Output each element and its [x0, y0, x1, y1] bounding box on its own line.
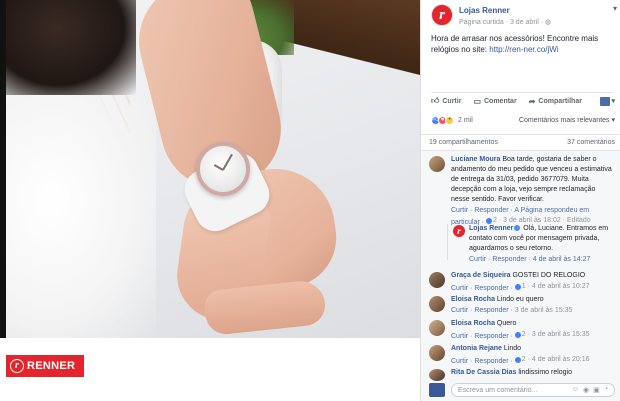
comment-author[interactable]: Eloisa Rocha	[451, 296, 495, 303]
comment-reaction-count: 2 · 3 de abril às 15:35	[514, 330, 590, 340]
post-header: r Lojas Renner Página curtida · 3 de abr…	[431, 4, 617, 30]
globe-icon: ◍	[545, 19, 552, 26]
comment-actions[interactable]: Curtir · Responder ·	[451, 285, 515, 292]
share-as-selector[interactable]: ▾	[600, 96, 615, 106]
comment-label: Comentar	[484, 97, 517, 105]
post-panel: r Lojas Renner Página curtida · 3 de abr…	[420, 0, 620, 401]
user-avatar	[429, 383, 445, 397]
comment-meta: Curtir · Responder · 2 · 4 de abril às 2…	[451, 355, 615, 367]
renner-logo: r RENNER	[6, 355, 84, 377]
like-badge-icon	[514, 357, 521, 363]
like-label: Curtir	[442, 97, 462, 105]
comments-count[interactable]: 37 comentários	[567, 139, 615, 146]
share-label: Compartilhar	[538, 97, 582, 105]
share-icon: ➦	[528, 96, 536, 106]
avatar[interactable]	[429, 272, 445, 288]
comment-actions[interactable]: Curtir · Responder ·	[451, 358, 515, 365]
comment-text: Boa tarde, gostaria de saber o andamento…	[451, 156, 612, 203]
comment-input-icons: ☺ ◉ ▣ ◔	[572, 386, 608, 394]
comment-meta-time: 1 · 4 de abril às 10:27	[521, 283, 590, 290]
shares-count[interactable]: 19 compartilhamentos	[429, 139, 498, 146]
verified-icon	[514, 225, 521, 232]
chevron-down-icon: ▾	[611, 98, 615, 105]
comment-meta: Curtir · Responder · 3 de abril às 15:35	[451, 306, 615, 316]
comment-reaction-count: 1 · 4 de abril às 10:27	[514, 282, 590, 292]
wow-reaction-icon[interactable]: •	[445, 115, 454, 125]
like-badge-icon	[514, 332, 521, 338]
comment-button[interactable]: ▭ Comentar	[473, 97, 516, 106]
comment-body: Luciane Moura Boa tarde, gostaria de sab…	[451, 155, 615, 228]
comment-body: Graça de Siqueira GOSTEI DO RELOGIO Curt…	[451, 271, 615, 294]
divider	[431, 92, 613, 93]
comment-meta: Curtir · Responder · 2 · 3 de abril às 1…	[451, 330, 615, 342]
hair	[6, 0, 136, 95]
renner-logo-icon: r	[10, 359, 24, 373]
comment-icon: ▭	[473, 96, 481, 106]
avatar[interactable]	[429, 345, 445, 361]
comment-body: Antonia Rejane Lindo Curtir · Responder …	[451, 344, 615, 367]
page-avatar[interactable]: r	[453, 225, 465, 237]
comment-sort-dropdown[interactable]: Comentários mais relevantes ▾	[519, 116, 615, 124]
post-photo[interactable]: r RENNER	[0, 0, 420, 401]
post-stats: 19 compartilhamentos 37 comentários	[429, 139, 615, 146]
comment-author[interactable]: Luciane Moura	[451, 156, 500, 163]
comment-author[interactable]: Graça de Siqueira	[451, 272, 511, 279]
avatar[interactable]	[429, 320, 445, 336]
comment-body: Rita De Cassia Dias lindissimo relogio	[451, 368, 615, 378]
divider	[421, 134, 620, 135]
reply-actions[interactable]: Curtir · Responder · 4 de abril às 14:27	[469, 256, 590, 263]
emoji-icon[interactable]: ☺	[572, 386, 579, 394]
gif-icon[interactable]: ▣	[593, 386, 600, 394]
page-avatar[interactable]: r	[431, 4, 453, 26]
comment-meta-time: 2 · 4 de abril às 20:16	[521, 356, 590, 363]
comment-meta-time: 3 de abril às 15:35	[514, 307, 573, 314]
like-badge-icon	[514, 284, 521, 290]
post-actions: 👍︎ Curtir ▭ Comentar ➦ Compartilhar ▾	[431, 95, 615, 107]
share-button[interactable]: ➦ Compartilhar	[529, 97, 582, 106]
post-meta-text: Página curtida · 3 de abril ·	[459, 19, 545, 26]
page-name[interactable]: Lojas Renner	[459, 6, 510, 15]
renner-logo-text: RENNER	[27, 360, 76, 372]
comment-meta-time: 2 · 3 de abril às 15:35	[521, 331, 590, 338]
comment-text: Lindo	[501, 345, 522, 352]
comment-reaction-count: 2 · 4 de abril às 20:16	[514, 355, 590, 365]
share-as-avatar	[600, 96, 611, 106]
avatar[interactable]	[429, 156, 445, 172]
post-link[interactable]: http://ren-ner.co/jWi	[489, 45, 558, 54]
comment-actions[interactable]: Curtir · Responder ·	[451, 333, 515, 340]
comment-input-placeholder: Escreva um comentário...	[458, 386, 538, 394]
chevron-down-icon[interactable]: ▾	[613, 4, 617, 13]
comment-text: Quero	[494, 320, 517, 327]
post-meta: Página curtida · 3 de abril · ◍	[459, 18, 551, 26]
post-text: Hora de arrasar nos acessórios! Encontre…	[431, 33, 613, 55]
comment-actions[interactable]: Curtir · Responder ·	[451, 307, 515, 314]
sticker-icon[interactable]: ◔	[604, 386, 608, 394]
thumbs-up-icon: 👍︎	[431, 96, 440, 105]
reactions-count[interactable]: 2 mil	[458, 117, 473, 124]
reactions-row: 👍︎ ♥ • 2 mil Comentários mais relevantes…	[431, 114, 615, 126]
comment-author[interactable]: Eloisa Rocha	[451, 320, 495, 327]
reply-meta: Curtir · Responder · 4 de abril às 14:27	[469, 255, 615, 265]
comment-text: GOSTEI DO RELOGIO	[510, 272, 586, 279]
comment-meta: Curtir · Responder · 1 · 4 de abril às 1…	[451, 282, 615, 294]
reply-thread-line	[447, 224, 448, 260]
comment-text: lindissimo relogio	[516, 369, 573, 376]
comment-input[interactable]: Escreva um comentário... ☺ ◉ ▣ ◔	[451, 383, 615, 397]
like-button[interactable]: 👍︎ Curtir	[431, 96, 461, 106]
comment-body: Eloisa Rocha Lindo eu quero Curtir · Res…	[451, 295, 615, 316]
reply-body: Lojas Renner Olá, Luciane. Entramos em c…	[469, 224, 615, 265]
avatar[interactable]	[429, 296, 445, 312]
write-comment-row: Escreva um comentário... ☺ ◉ ▣ ◔	[429, 383, 615, 397]
comment-author[interactable]: Rita De Cassia Dias	[451, 369, 516, 376]
camera-icon[interactable]: ◉	[583, 386, 589, 394]
white-fluffy-sweater	[6, 60, 156, 340]
comment-body: Eloisa Rocha Quero Curtir · Responder · …	[451, 319, 615, 342]
comment-author[interactable]: Antonia Rejane	[451, 345, 502, 352]
reply-author[interactable]: Lojas Renner	[469, 225, 513, 232]
comment-text: Lindo eu quero	[494, 296, 544, 303]
avatar[interactable]	[429, 369, 445, 381]
